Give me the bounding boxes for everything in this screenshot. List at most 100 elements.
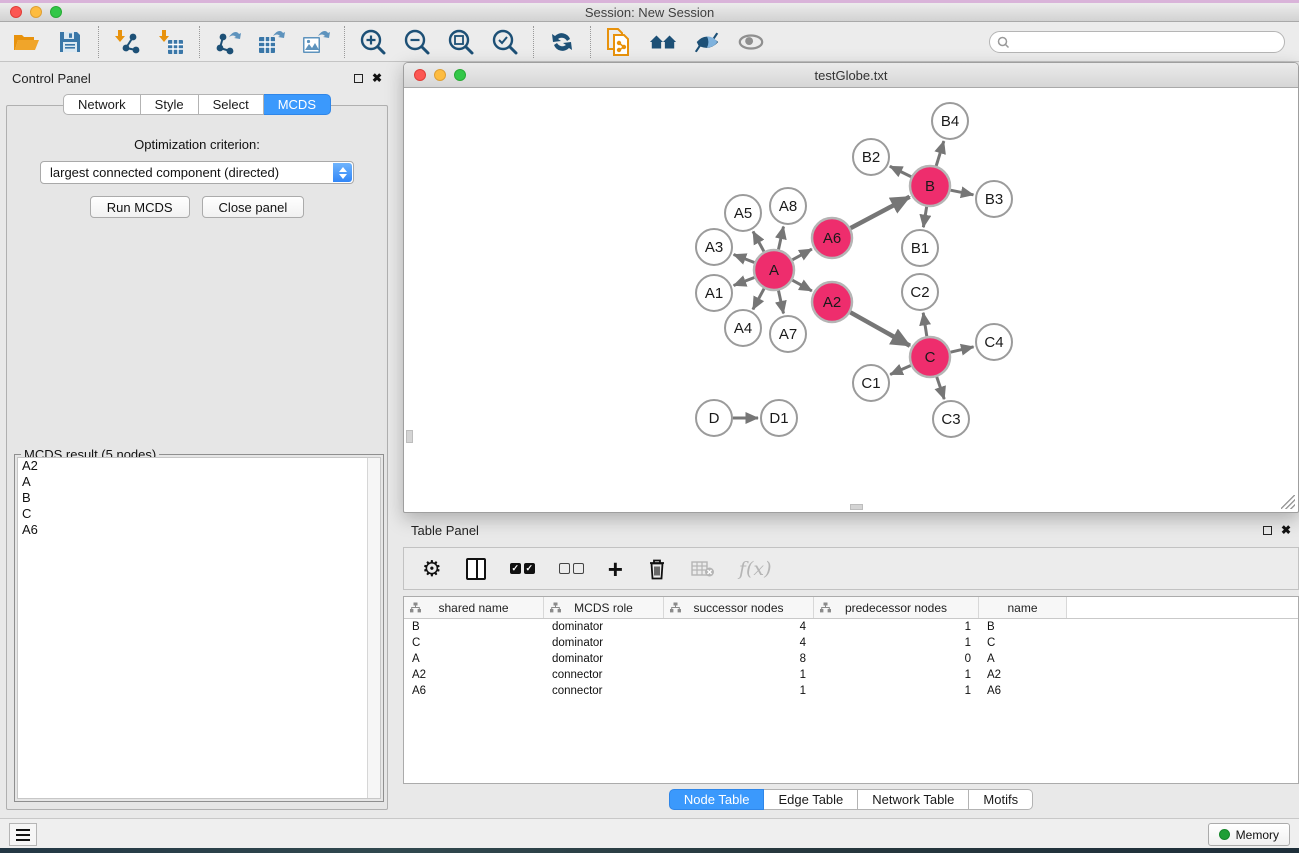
edge-B-B4[interactable]: [936, 141, 944, 166]
result-item-A6[interactable]: A6: [18, 522, 380, 538]
search-box: [989, 31, 1285, 53]
close-window-button[interactable]: [10, 6, 22, 18]
edge-C-C3[interactable]: [937, 377, 945, 399]
horizontal-scroll-nub[interactable]: [850, 504, 863, 510]
vertical-scroll-nub[interactable]: [406, 430, 413, 443]
column-header-name[interactable]: name: [979, 597, 1067, 618]
tab-style[interactable]: Style: [141, 94, 199, 115]
show-column-icon[interactable]: [466, 556, 486, 582]
edge-B-B3[interactable]: [951, 190, 974, 195]
node-label-A1: A1: [705, 285, 723, 302]
import-table-icon[interactable]: [157, 28, 185, 56]
delete-table-icon[interactable]: [691, 556, 715, 582]
edge-B-B1[interactable]: [923, 207, 926, 228]
hide-panel-icon[interactable]: [693, 28, 721, 56]
edge-A-A8[interactable]: [778, 227, 783, 250]
cell-MCDS-role: connector: [544, 685, 664, 697]
control-panel: Control Panel ✖ NetworkStyleSelectMCDS O…: [4, 66, 390, 812]
float-panel-icon[interactable]: [354, 74, 363, 83]
save-session-icon[interactable]: [56, 28, 84, 56]
main-titlebar: Session: New Session: [0, 3, 1299, 22]
column-header-shared-name[interactable]: shared name: [404, 597, 544, 618]
edge-A2-C[interactable]: [850, 312, 910, 345]
edge-A-A1[interactable]: [734, 278, 755, 286]
tab-network-table[interactable]: Network Table: [858, 789, 969, 810]
close-panel-button[interactable]: Close panel: [202, 196, 305, 218]
network-minimize-button[interactable]: [434, 69, 446, 81]
network-window-title: testGlobe.txt: [404, 68, 1298, 83]
network-zoom-button[interactable]: [454, 69, 466, 81]
tab-network[interactable]: Network: [63, 94, 141, 115]
task-history-button[interactable]: [9, 823, 37, 846]
cell-predecessor-nodes: 1: [814, 669, 979, 681]
edge-A6-B[interactable]: [851, 197, 910, 228]
search-input[interactable]: [989, 31, 1285, 53]
add-column-icon[interactable]: +: [608, 556, 623, 582]
table-settings-gear-icon[interactable]: ⚙: [422, 556, 442, 582]
function-builder-icon[interactable]: f(x): [739, 556, 772, 582]
export-image-icon[interactable]: [302, 28, 330, 56]
edge-A-A2[interactable]: [792, 280, 811, 291]
refresh-view-icon[interactable]: [548, 28, 576, 56]
open-session-icon[interactable]: [12, 28, 40, 56]
zoom-fit-icon[interactable]: [447, 28, 475, 56]
network-from-file-icon[interactable]: [605, 28, 633, 56]
table-close-icon[interactable]: ✖: [1281, 525, 1291, 535]
tab-motifs[interactable]: Motifs: [969, 789, 1033, 810]
close-panel-icon[interactable]: ✖: [372, 73, 382, 83]
tab-select[interactable]: Select: [199, 94, 264, 115]
tab-edge-table[interactable]: Edge Table: [764, 789, 858, 810]
criterion-dropdown[interactable]: largest connected component (directed): [40, 161, 354, 184]
node-label-C1: C1: [861, 375, 880, 392]
network-canvas[interactable]: B4B2BB3A8A5A6B1A3AC2A1A2A4A7C4CC1C3DD1: [406, 89, 1296, 510]
run-mcds-button[interactable]: Run MCDS: [90, 196, 190, 218]
minimize-window-button[interactable]: [30, 6, 42, 18]
result-item-B[interactable]: B: [18, 490, 380, 506]
network-window-titlebar[interactable]: testGlobe.txt: [404, 63, 1298, 88]
network-close-button[interactable]: [414, 69, 426, 81]
table-row-C[interactable]: Cdominator41C: [404, 635, 1298, 651]
import-network-icon[interactable]: [113, 28, 141, 56]
result-item-A2[interactable]: A2: [18, 458, 380, 474]
export-table-icon[interactable]: [258, 28, 286, 56]
edge-A-A4[interactable]: [753, 289, 764, 310]
edge-A-A3[interactable]: [734, 255, 755, 263]
table-row-A[interactable]: Adominator80A: [404, 651, 1298, 667]
home-layout-icon[interactable]: [649, 28, 677, 56]
node-label-B3: B3: [985, 191, 1003, 208]
edge-A-A5[interactable]: [753, 231, 764, 251]
tab-node-table[interactable]: Node Table: [669, 789, 765, 810]
table-float-icon[interactable]: [1263, 526, 1272, 535]
window-resize-grip[interactable]: [1281, 495, 1295, 509]
result-scrollbar[interactable]: [367, 458, 380, 798]
select-all-columns-icon[interactable]: ✓✓: [510, 556, 535, 582]
column-header-predecessor-nodes[interactable]: predecessor nodes: [814, 597, 979, 618]
tab-mcds[interactable]: MCDS: [264, 94, 331, 115]
table-row-B[interactable]: Bdominator41B: [404, 619, 1298, 635]
edge-C-C2[interactable]: [923, 313, 927, 336]
table-row-A2[interactable]: A2connector11A2: [404, 667, 1298, 683]
table-body: Bdominator41BCdominator41CAdominator80AA…: [404, 619, 1298, 699]
mcds-result-list: A2ABCA6: [17, 457, 381, 799]
node-label-B4: B4: [941, 113, 959, 130]
show-panel-eye-icon[interactable]: [737, 28, 765, 56]
column-header-successor-nodes[interactable]: successor nodes: [664, 597, 814, 618]
zoom-selected-icon[interactable]: [491, 28, 519, 56]
edge-B-B2[interactable]: [890, 166, 911, 176]
zoom-window-button[interactable]: [50, 6, 62, 18]
zoom-out-icon[interactable]: [403, 28, 431, 56]
edge-C-C4[interactable]: [950, 347, 973, 352]
table-row-A6[interactable]: A6connector11A6: [404, 683, 1298, 699]
edge-C-C1[interactable]: [890, 365, 911, 374]
delete-column-icon[interactable]: [647, 556, 667, 582]
column-header-MCDS-role[interactable]: MCDS role: [544, 597, 664, 618]
export-network-icon[interactable]: [214, 28, 242, 56]
result-item-C[interactable]: C: [18, 506, 380, 522]
result-item-A[interactable]: A: [18, 474, 380, 490]
memory-button[interactable]: Memory: [1208, 823, 1290, 846]
edge-A-A6[interactable]: [792, 249, 811, 260]
cell-predecessor-nodes: 1: [814, 685, 979, 697]
edge-A-A7[interactable]: [778, 291, 783, 314]
zoom-in-icon[interactable]: [359, 28, 387, 56]
unselect-all-columns-icon[interactable]: [559, 556, 584, 582]
